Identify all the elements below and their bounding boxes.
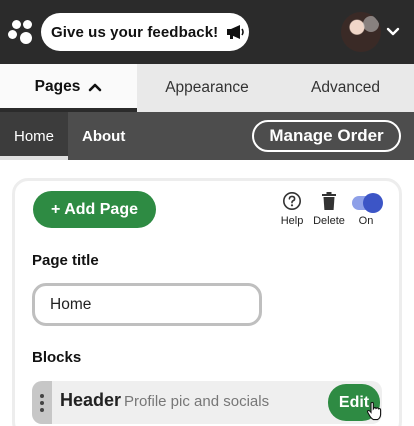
visibility-toggle[interactable]: On: [351, 191, 383, 227]
page-settings-card: + Add Page Help Delete On Page title Bl: [12, 178, 402, 426]
main-tabs: Pages Appearance Advanced: [0, 64, 414, 112]
page-title-label: Page title: [32, 252, 99, 269]
hand-cursor-icon: [366, 401, 382, 421]
tab-advanced[interactable]: Advanced: [277, 64, 414, 112]
delete-label: Delete: [313, 215, 345, 227]
toggle-switch[interactable]: [352, 192, 383, 213]
avatar[interactable]: [341, 12, 381, 52]
manage-order-button[interactable]: Manage Order: [252, 120, 401, 152]
block-description: Profile pic and socials: [124, 393, 270, 410]
tab-appearance[interactable]: Appearance: [137, 64, 277, 112]
blocks-heading: Blocks: [32, 349, 82, 366]
help-icon: [283, 192, 301, 210]
feedback-label: Give us your feedback!: [51, 23, 219, 41]
help-label: Help: [280, 215, 304, 227]
tab-pages[interactable]: Pages: [0, 64, 137, 112]
tab-pages-label: Pages: [34, 78, 81, 95]
drag-handle-icon[interactable]: [32, 381, 52, 424]
delete-tool[interactable]: Delete: [309, 191, 349, 227]
page-subnav: Home About Manage Order: [0, 112, 414, 160]
feedback-button[interactable]: Give us your feedback!: [41, 13, 249, 51]
subtab-about[interactable]: About: [82, 112, 125, 160]
block-row-header[interactable]: Header Profile pic and socials Edit: [32, 381, 382, 424]
megaphone-icon: [227, 25, 245, 39]
tab-advanced-label: Advanced: [311, 79, 380, 96]
add-page-button[interactable]: + Add Page: [33, 191, 156, 228]
block-name: Header: [60, 390, 122, 410]
page-title-input[interactable]: [32, 283, 262, 326]
subtab-home[interactable]: Home: [0, 112, 68, 160]
help-tool[interactable]: Help: [277, 191, 307, 227]
chevron-up-icon: [89, 83, 102, 92]
logo-icon[interactable]: [8, 18, 36, 46]
trash-icon: [322, 192, 336, 210]
chevron-down-icon[interactable]: [386, 26, 400, 38]
top-bar: Give us your feedback!: [0, 0, 414, 64]
toggle-label: On: [358, 215, 374, 227]
tab-appearance-label: Appearance: [165, 79, 249, 96]
